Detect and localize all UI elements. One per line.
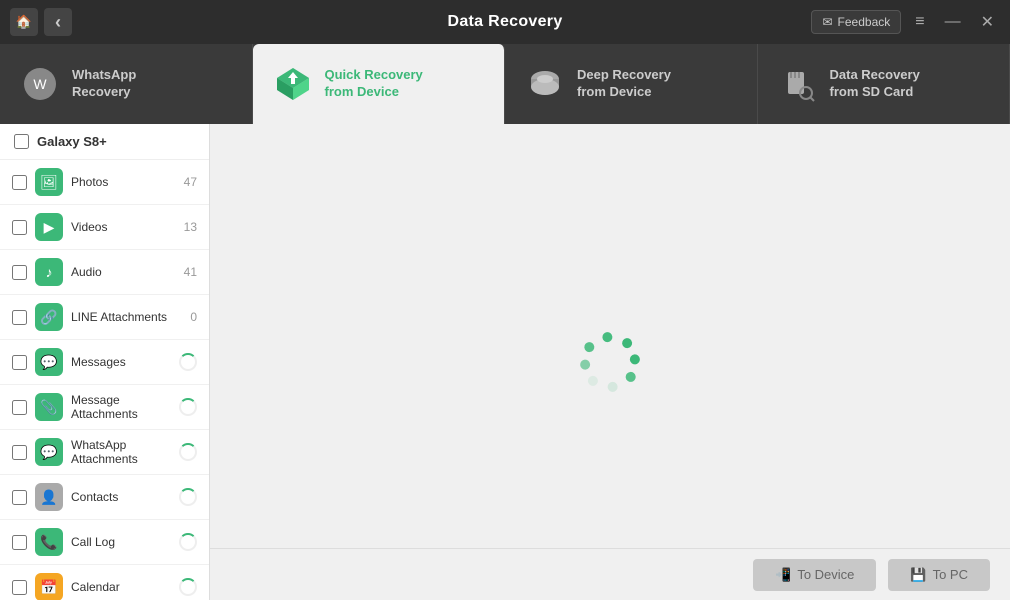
to-pc-icon: 💾 xyxy=(910,567,926,583)
audio-checkbox[interactable] xyxy=(12,265,27,280)
whatsapp-attach-label: WhatsApp Attachments xyxy=(71,438,171,466)
calllog-label: Call Log xyxy=(71,535,171,549)
calllog-checkbox[interactable] xyxy=(12,535,27,550)
tab-whatsapp[interactable]: W WhatsAppRecovery xyxy=(0,44,253,124)
line-label: LINE Attachments xyxy=(71,310,169,324)
photos-icon: 🖼 xyxy=(35,168,63,196)
messages-icon: 💬 xyxy=(35,348,63,376)
sidebar-item-line[interactable]: 🔗 LINE Attachments 0 xyxy=(0,295,209,340)
title-bar-left: 🏠 ‹ xyxy=(10,8,72,36)
contacts-loading xyxy=(179,488,197,506)
to-pc-label: To PC xyxy=(933,567,968,582)
sidebar-item-photos[interactable]: 🖼 Photos 47 xyxy=(0,160,209,205)
contacts-icon: 👤 xyxy=(35,483,63,511)
sidebar-item-audio[interactable]: ♪ Audio 41 xyxy=(0,250,209,295)
tab-quick-recovery[interactable]: Quick Recoveryfrom Device xyxy=(253,44,506,124)
to-pc-button[interactable]: 💾 To PC xyxy=(888,559,990,591)
msgattach-checkbox[interactable] xyxy=(12,400,27,415)
messages-checkbox[interactable] xyxy=(12,355,27,370)
back-button[interactable]: ‹ xyxy=(44,8,72,36)
photos-checkbox[interactable] xyxy=(12,175,27,190)
sidebar-item-whatsapp[interactable]: 💬 WhatsApp Attachments xyxy=(0,430,209,475)
to-device-button[interactable]: 📲 To Device xyxy=(753,559,876,591)
videos-checkbox[interactable] xyxy=(12,220,27,235)
line-checkbox[interactable] xyxy=(12,310,27,325)
menu-button[interactable]: ≡ xyxy=(909,11,930,33)
calendar-loading xyxy=(179,578,197,596)
calendar-label: Calendar xyxy=(71,580,171,594)
content-area: 📲 To Device 💾 To PC xyxy=(210,124,1010,600)
app-title: Data Recovery xyxy=(447,13,562,31)
title-bar-right: ✉ Feedback ≡ — ✕ xyxy=(811,10,1000,34)
line-icon: 🔗 xyxy=(35,303,63,331)
videos-icon: ▶ xyxy=(35,213,63,241)
photos-count: 47 xyxy=(177,175,197,189)
whatsapp-icon: 💬 xyxy=(35,438,63,466)
sidebar-item-contacts[interactable]: 👤 Contacts xyxy=(0,475,209,520)
main-area: Galaxy S8+ 🖼 Photos 47 ▶ Videos 13 ♪ Aud… xyxy=(0,124,1010,600)
videos-count: 13 xyxy=(177,220,197,234)
title-bar: 🏠 ‹ Data Recovery ✉ Feedback ≡ — ✕ xyxy=(0,0,1010,44)
calendar-icon: 📅 xyxy=(35,573,63,600)
sidebar-item-videos[interactable]: ▶ Videos 13 xyxy=(0,205,209,250)
calllog-icon: 📞 xyxy=(35,528,63,556)
sidebar: Galaxy S8+ 🖼 Photos 47 ▶ Videos 13 ♪ Aud… xyxy=(0,124,210,600)
svg-text:W: W xyxy=(33,76,47,92)
contacts-checkbox[interactable] xyxy=(12,490,27,505)
msgattach-loading xyxy=(179,398,197,416)
quick-recovery-tab-icon xyxy=(273,64,313,104)
feedback-button[interactable]: ✉ Feedback xyxy=(811,10,901,34)
close-button[interactable]: ✕ xyxy=(975,10,1000,34)
sidebar-item-msgattach[interactable]: 📎 Message Attachments xyxy=(0,385,209,430)
sidebar-item-messages[interactable]: 💬 Messages xyxy=(0,340,209,385)
sidebar-header: Galaxy S8+ xyxy=(0,124,209,160)
home-button[interactable]: 🏠 xyxy=(10,8,38,36)
tab-sdcard[interactable]: Data Recoveryfrom SD Card xyxy=(758,44,1010,124)
whatsapp-loading xyxy=(179,443,197,461)
bottom-bar: 📲 To Device 💾 To PC xyxy=(210,548,1010,600)
calllog-loading xyxy=(179,533,197,551)
videos-label: Videos xyxy=(71,220,169,234)
sidebar-item-calendar[interactable]: 📅 Calendar xyxy=(0,565,209,600)
tab-bar: W WhatsAppRecovery Quick Recoveryfrom De… xyxy=(0,44,1010,124)
tab-deep-recovery[interactable]: Deep Recoveryfrom Device xyxy=(505,44,758,124)
select-all-checkbox[interactable] xyxy=(14,134,29,149)
tab-whatsapp-label: WhatsAppRecovery xyxy=(72,67,136,101)
whatsapp-tab-icon: W xyxy=(20,64,60,104)
messages-loading xyxy=(179,353,197,371)
feedback-label: Feedback xyxy=(838,15,891,29)
calendar-checkbox[interactable] xyxy=(12,580,27,595)
deep-recovery-tab-icon xyxy=(525,64,565,104)
to-device-label: To Device xyxy=(797,567,854,582)
minimize-button[interactable]: — xyxy=(939,11,967,33)
messages-label: Messages xyxy=(71,355,171,369)
audio-count: 41 xyxy=(177,265,197,279)
tab-deep-label: Deep Recoveryfrom Device xyxy=(577,67,671,101)
envelope-icon: ✉ xyxy=(822,15,832,29)
msgattach-label: Message Attachments xyxy=(71,393,171,421)
tab-quick-label: Quick Recoveryfrom Device xyxy=(325,67,423,101)
line-count: 0 xyxy=(177,310,197,324)
audio-icon: ♪ xyxy=(35,258,63,286)
to-device-icon: 📲 xyxy=(775,567,791,583)
whatsapp-checkbox[interactable] xyxy=(12,445,27,460)
photos-label: Photos xyxy=(71,175,169,189)
tab-sdcard-label: Data Recoveryfrom SD Card xyxy=(830,67,920,101)
sdcard-tab-icon xyxy=(778,64,818,104)
device-name: Galaxy S8+ xyxy=(37,134,107,149)
msgattach-icon: 📎 xyxy=(35,393,63,421)
sidebar-item-calllog[interactable]: 📞 Call Log xyxy=(0,520,209,565)
audio-label: Audio xyxy=(71,265,169,279)
contacts-label: Contacts xyxy=(71,490,171,504)
loading-spinner xyxy=(575,327,645,397)
